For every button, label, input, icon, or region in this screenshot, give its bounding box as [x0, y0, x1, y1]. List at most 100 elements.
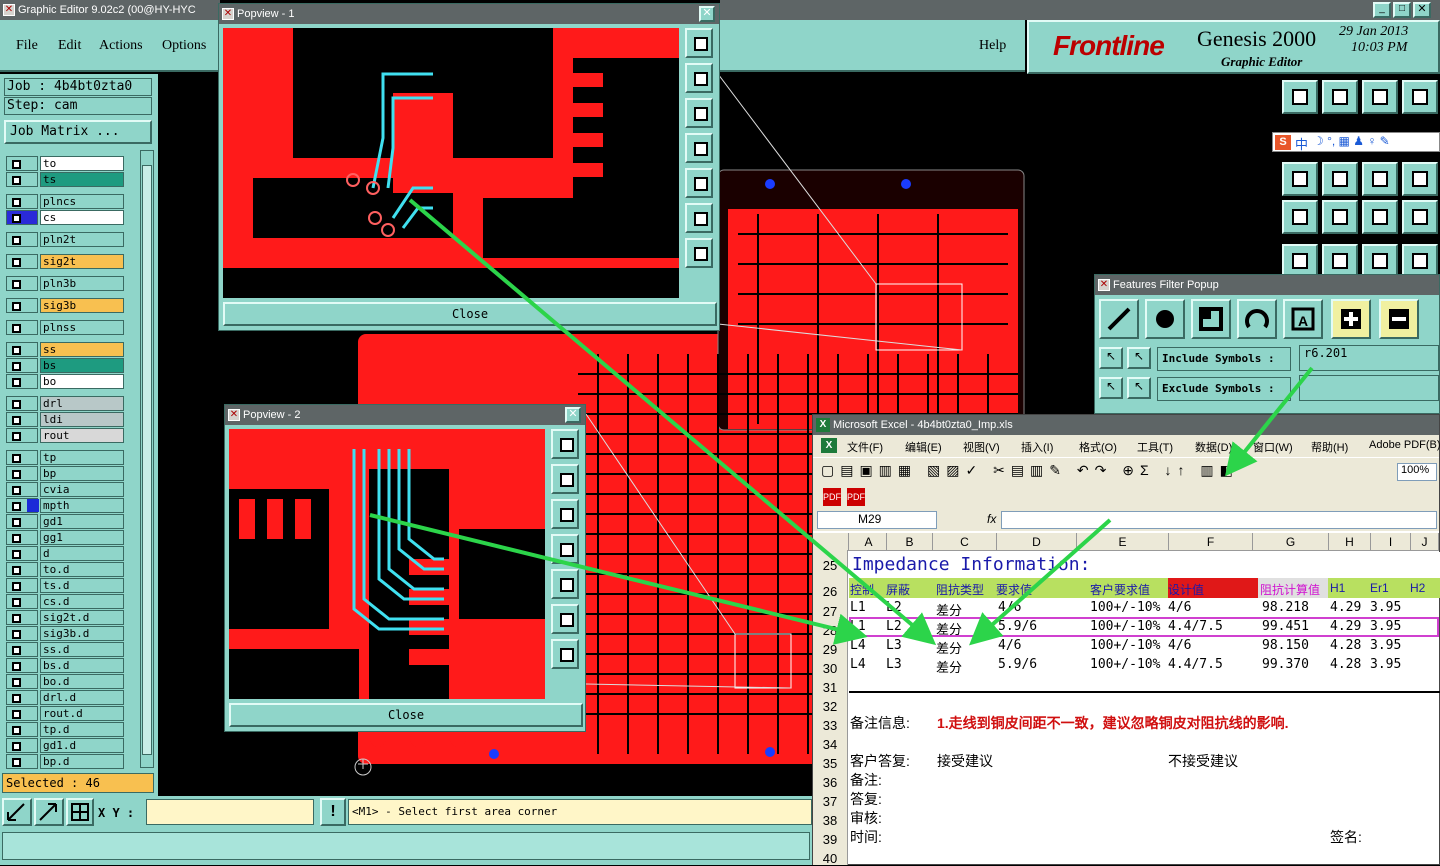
row-number[interactable]: 29	[813, 642, 847, 657]
table-cell[interactable]: 4.4/7.5	[1168, 657, 1223, 672]
layer-row[interactable]: bo.d	[6, 674, 124, 689]
layer-checkbox-icon[interactable]	[6, 498, 39, 513]
menu-help[interactable]: Help	[979, 38, 1006, 54]
layer-checkbox-icon[interactable]	[6, 156, 38, 171]
layer-checkbox-icon[interactable]	[6, 738, 38, 753]
layer-checkbox-icon[interactable]	[6, 562, 38, 577]
zoom-box[interactable]: 100%	[1397, 463, 1437, 481]
layer-checkbox-icon[interactable]	[6, 658, 38, 673]
layer-row[interactable]: tp.d	[6, 722, 124, 737]
layer-name[interactable]: bo	[40, 374, 124, 389]
layer-name[interactable]: sig2t	[40, 254, 124, 269]
column-header[interactable]: H	[1329, 533, 1371, 551]
excel-menu-item[interactable]: 窗口(W)	[1253, 439, 1293, 455]
grid-icon[interactable]	[66, 798, 94, 826]
popview-2-tool-4-icon[interactable]	[551, 534, 579, 564]
popview-1-tool-2-icon[interactable]	[685, 63, 713, 93]
menu-actions[interactable]: Actions	[99, 38, 143, 54]
layer-checkbox-icon[interactable]	[6, 578, 38, 593]
layer-checkbox-icon[interactable]	[6, 194, 38, 209]
minimize-button[interactable]: _	[1373, 2, 1391, 18]
table-cell[interactable]: 4.28	[1330, 638, 1361, 653]
row-number[interactable]: 35	[813, 756, 847, 771]
table-cell[interactable]: 5.9/6	[998, 657, 1037, 672]
layer-checkbox-icon[interactable]	[6, 172, 38, 187]
excel-menu-item[interactable]: 编辑(E)	[905, 439, 942, 455]
table-cell[interactable]: 98.218	[1262, 600, 1309, 615]
popview-2-tool-7-icon[interactable]	[551, 639, 579, 669]
toolbar-icons[interactable]: ▢▤▣▥▦ ▧▨✓ ✂▤▥✎ ↶↷ ⊕Σ ↓↑ ▥◧	[821, 462, 1239, 479]
header-cell[interactable]: 屏蔽	[886, 581, 910, 598]
layer-row[interactable]: plnss	[6, 320, 124, 335]
popview-1-tool-3-icon[interactable]	[685, 98, 713, 128]
column-header[interactable]: G	[1253, 533, 1329, 551]
table-cell[interactable]: 4.29	[1330, 600, 1361, 615]
toolbar-5-icon[interactable]	[1282, 162, 1318, 196]
table-cell[interactable]: 5.9/6	[998, 619, 1037, 634]
table-cell[interactable]: 4.4/7.5	[1168, 619, 1223, 634]
layer-name[interactable]: rout.d	[40, 706, 124, 721]
column-header[interactable]: E	[1077, 533, 1169, 551]
layer-name[interactable]: to	[40, 156, 124, 171]
column-header[interactable]: I	[1371, 533, 1411, 551]
layer-checkbox-icon[interactable]	[6, 706, 38, 721]
toolbar-8-icon[interactable]	[1402, 162, 1438, 196]
table-cell[interactable]: L1	[850, 600, 866, 615]
layer-row[interactable]: d	[6, 546, 124, 561]
table-cell[interactable]: 差分	[936, 638, 962, 657]
layer-row[interactable]: sig3b	[6, 298, 124, 313]
formula-input[interactable]	[1001, 511, 1437, 529]
popview-1-tool-5-icon[interactable]	[685, 168, 713, 198]
layer-checkbox-icon[interactable]	[6, 374, 38, 389]
toolbar-3-icon[interactable]	[1362, 80, 1398, 114]
layer-name[interactable]: drl	[40, 396, 124, 411]
layer-name[interactable]: bs.d	[40, 658, 124, 673]
table-cell[interactable]: 98.150	[1262, 638, 1309, 653]
pdf2-icon[interactable]: PDF	[847, 488, 865, 506]
toolbar-7-icon[interactable]	[1362, 162, 1398, 196]
layer-name[interactable]: plncs	[40, 194, 124, 209]
popview-1-tool-4-icon[interactable]	[685, 133, 713, 163]
layer-name[interactable]: ts.d	[40, 578, 124, 593]
layer-name[interactable]: bp.d	[40, 754, 124, 769]
column-header[interactable]: C	[933, 533, 997, 551]
layer-row[interactable]: ss.d	[6, 642, 124, 657]
table-cell[interactable]: L4	[850, 657, 866, 672]
excel-menu-item[interactable]: 数据(D)	[1195, 439, 1232, 455]
toolbar-16-icon[interactable]	[1402, 244, 1438, 278]
table-cell[interactable]: 差分	[936, 600, 962, 619]
row-number[interactable]: 27	[813, 604, 847, 619]
select-all-corner[interactable]	[813, 533, 849, 551]
arc-filter-icon[interactable]	[1237, 299, 1277, 339]
layer-row[interactable]: bp.d	[6, 754, 124, 769]
toolbar-2-icon[interactable]	[1322, 80, 1358, 114]
layer-row[interactable]: gd1	[6, 514, 124, 529]
zoom-diag-icon[interactable]	[34, 798, 64, 826]
layer-row[interactable]: bs	[6, 358, 124, 373]
table-cell[interactable]: L4	[850, 638, 866, 653]
layer-checkbox-icon[interactable]	[6, 450, 38, 465]
table-cell[interactable]: L2	[886, 619, 902, 634]
layer-name[interactable]: rout	[40, 428, 124, 443]
layer-row[interactable]: drl.d	[6, 690, 124, 705]
layer-row[interactable]: bo	[6, 374, 124, 389]
layer-row[interactable]: rout	[6, 428, 124, 443]
pdf-icon[interactable]: PDF	[823, 488, 841, 506]
toolbar-13-icon[interactable]	[1282, 244, 1318, 278]
minus-icon[interactable]	[1379, 299, 1419, 339]
layer-name[interactable]: ss.d	[40, 642, 124, 657]
toolbar-9-icon[interactable]	[1282, 200, 1318, 234]
table-cell[interactable]: 4/6	[998, 600, 1021, 615]
ime-lang[interactable]: 中	[1295, 134, 1308, 153]
layer-name[interactable]: tp	[40, 450, 124, 465]
layer-name[interactable]: tp.d	[40, 722, 124, 737]
layer-name[interactable]: ss	[40, 342, 124, 357]
plus-icon[interactable]	[1331, 299, 1371, 339]
table-cell[interactable]: 3.95	[1370, 619, 1401, 634]
table-cell[interactable]: 99.370	[1262, 657, 1309, 672]
layer-checkbox-icon[interactable]	[6, 342, 38, 357]
table-cell[interactable]: 100+/-10%	[1090, 657, 1160, 672]
popview-2-tool-1-icon[interactable]	[551, 429, 579, 459]
popview-1-tool-1-icon[interactable]	[685, 28, 713, 58]
excel-menu-item[interactable]: 插入(I)	[1021, 439, 1053, 455]
